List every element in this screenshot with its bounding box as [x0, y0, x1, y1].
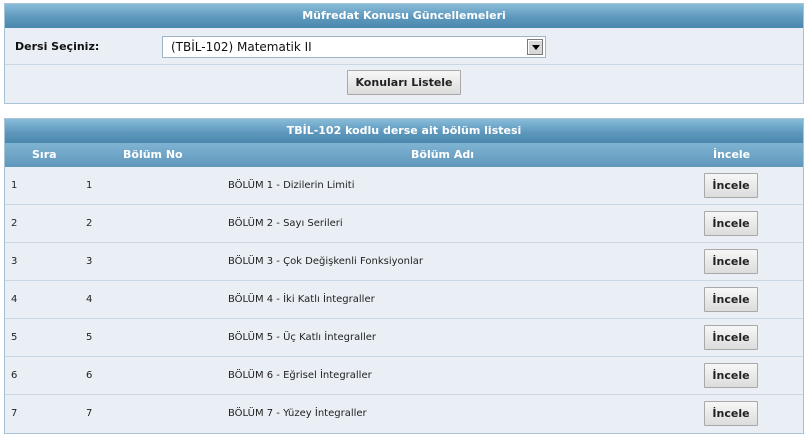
column-header-inspect: İncele: [713, 148, 751, 161]
inspect-button[interactable]: İncele: [704, 401, 758, 426]
panel-title: Müfredat Konusu Güncellemeleri: [5, 4, 803, 28]
row-order: 5: [11, 332, 18, 343]
curriculum-update-panel: Müfredat Konusu Güncellemeleri Dersi Seç…: [4, 3, 804, 104]
list-topics-button[interactable]: Konuları Listele: [347, 70, 461, 95]
button-row: Konuları Listele: [5, 65, 803, 104]
list-title: TBİL-102 kodlu derse ait bölüm listesi: [5, 119, 803, 143]
course-select-value: (TBİL-102) Matematik II: [171, 40, 312, 54]
row-order: 6: [11, 370, 18, 381]
row-order: 3: [11, 256, 18, 267]
inspect-button[interactable]: İncele: [704, 363, 758, 388]
inspect-button[interactable]: İncele: [704, 173, 758, 198]
row-order: 1: [11, 180, 18, 191]
row-section-no: 2: [86, 218, 93, 229]
inspect-button[interactable]: İncele: [704, 249, 758, 274]
row-section-name: BÖLÜM 1 - Dizilerin Limiti: [228, 180, 355, 191]
table-row: 5 5 BÖLÜM 5 - Üç Katlı İntegraller İncel…: [5, 319, 803, 357]
table-row: 7 7 BÖLÜM 7 - Yüzey İntegraller İncele: [5, 395, 803, 433]
row-section-no: 3: [86, 256, 93, 267]
inspect-button[interactable]: İncele: [704, 287, 758, 312]
column-header-section-no: Bölüm No: [123, 148, 183, 161]
column-header-order: Sıra: [32, 148, 57, 161]
row-order: 4: [11, 294, 18, 305]
row-order: 7: [11, 408, 18, 419]
row-section-no: 4: [86, 294, 93, 305]
inspect-button[interactable]: İncele: [704, 211, 758, 236]
row-section-name: BÖLÜM 2 - Sayı Serileri: [228, 218, 343, 229]
table-row: 1 1 BÖLÜM 1 - Dizilerin Limiti İncele: [5, 167, 803, 205]
row-section-name: BÖLÜM 6 - Eğrisel İntegraller: [228, 370, 372, 381]
course-select[interactable]: (TBİL-102) Matematik II: [162, 36, 546, 58]
chevron-down-icon[interactable]: [527, 39, 543, 55]
course-label: Dersi Seçiniz:: [15, 40, 100, 53]
table-row: 2 2 BÖLÜM 2 - Sayı Serileri İncele: [5, 205, 803, 243]
table-row: 4 4 BÖLÜM 4 - İki Katlı İntegraller İnce…: [5, 281, 803, 319]
row-section-no: 7: [86, 408, 93, 419]
column-header-section-name: Bölüm Adı: [411, 148, 474, 161]
row-section-no: 6: [86, 370, 93, 381]
section-list-panel: TBİL-102 kodlu derse ait bölüm listesi S…: [4, 118, 804, 434]
table-row: 6 6 BÖLÜM 6 - Eğrisel İntegraller İncele: [5, 357, 803, 395]
course-select-row: Dersi Seçiniz: (TBİL-102) Matematik II: [5, 28, 803, 65]
row-order: 2: [11, 218, 18, 229]
inspect-button[interactable]: İncele: [704, 325, 758, 350]
row-section-name: BÖLÜM 3 - Çok Değişkenli Fonksiyonlar: [228, 256, 424, 267]
row-section-name: BÖLÜM 5 - Üç Katlı İntegraller: [228, 332, 377, 343]
row-section-no: 5: [86, 332, 93, 343]
row-section-no: 1: [86, 180, 93, 191]
row-section-name: BÖLÜM 4 - İki Katlı İntegraller: [228, 294, 375, 305]
table-row: 3 3 BÖLÜM 3 - Çok Değişkenli Fonksiyonla…: [5, 243, 803, 281]
row-section-name: BÖLÜM 7 - Yüzey İntegraller: [228, 408, 367, 419]
table-header: Sıra Bölüm No Bölüm Adı İncele: [5, 143, 803, 167]
